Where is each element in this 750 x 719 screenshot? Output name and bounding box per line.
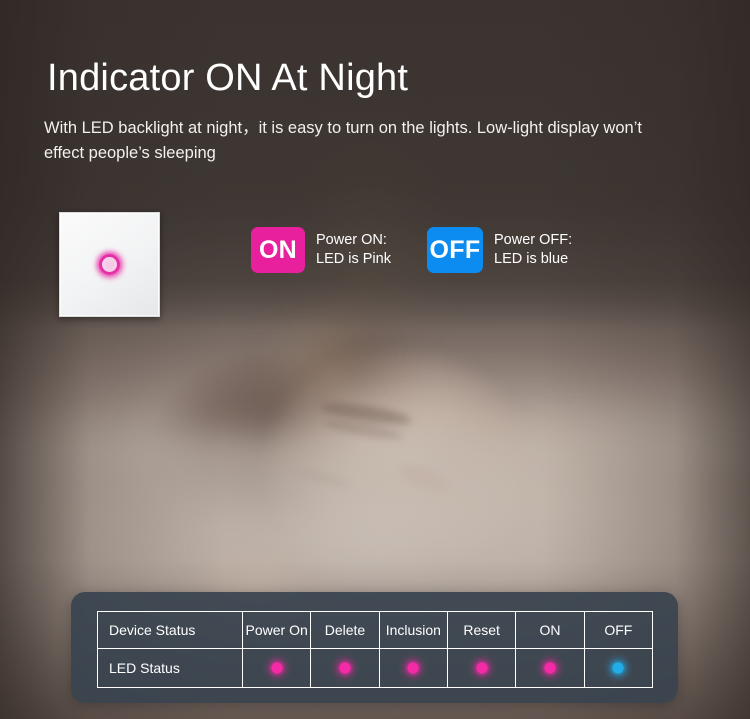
page-title: Indicator ON At Night — [47, 57, 409, 99]
led-dot-pink-icon — [534, 653, 565, 683]
switch-led-indicator — [92, 247, 127, 282]
led-dot-core — [407, 662, 419, 674]
led-dot-core — [271, 662, 283, 674]
led-dot-core — [544, 662, 556, 674]
led-dot-pink-icon — [261, 653, 292, 683]
led-cell-reset — [446, 648, 517, 688]
led-dot-pink-icon — [329, 653, 360, 683]
page-subtitle: With LED backlight at night，it is easy t… — [44, 119, 642, 162]
off-badge: OFF — [427, 227, 483, 273]
on-badge: ON — [251, 227, 305, 273]
led-dot-pink-icon — [398, 653, 429, 683]
legend-item-power-on: ON Power ON: LED is Pink — [251, 227, 391, 273]
led-dot-blue-icon — [603, 653, 634, 683]
off-caption-line1: Power OFF: — [494, 232, 573, 248]
table-header-inclusion: Inclusion — [378, 611, 448, 649]
table-row-label-led-status: LED Status — [97, 648, 243, 688]
table-header-reset: Reset — [446, 611, 517, 649]
table-header-delete: Delete — [310, 611, 380, 649]
led-cell-inclusion — [378, 648, 448, 688]
led-ring-icon — [99, 254, 120, 275]
led-status-card: Device Status Power On Delete Inclusion Rese… — [71, 592, 678, 703]
table-header-off: OFF — [583, 611, 654, 649]
led-dot-core — [612, 662, 624, 674]
wall-switch-panel — [59, 212, 160, 317]
led-dot-core — [339, 662, 351, 674]
content-overlay: Indicator ON At Night With LED backlight… — [0, 0, 750, 719]
off-badge-caption: Power OFF: LED is blue — [494, 231, 572, 269]
led-dot-core — [476, 662, 488, 674]
legend-item-power-off: OFF Power OFF: LED is blue — [427, 227, 572, 273]
on-caption-line2: LED is Pink — [316, 251, 391, 267]
promo-banner: Indicator ON At Night With LED backlight… — [0, 0, 750, 719]
off-caption-line2: LED is blue — [494, 251, 569, 267]
led-cell-delete — [310, 648, 380, 688]
table-header-device-status: Device Status — [97, 611, 243, 649]
led-cell-power-on — [241, 648, 312, 688]
led-cell-on — [515, 648, 585, 688]
led-dot-pink-icon — [466, 653, 497, 683]
table-header-on: ON — [515, 611, 585, 649]
on-badge-caption: Power ON: LED is Pink — [316, 231, 391, 269]
led-cell-off — [583, 648, 654, 688]
table-header-row: Device Status Power On Delete Inclusion Rese… — [97, 611, 654, 649]
table-header-power-on: Power On — [241, 611, 312, 649]
led-status-table: Device Status Power On Delete Inclusion Rese… — [97, 611, 654, 688]
on-caption-line1: Power ON: — [316, 232, 387, 248]
table-row: LED Status — [97, 648, 654, 688]
